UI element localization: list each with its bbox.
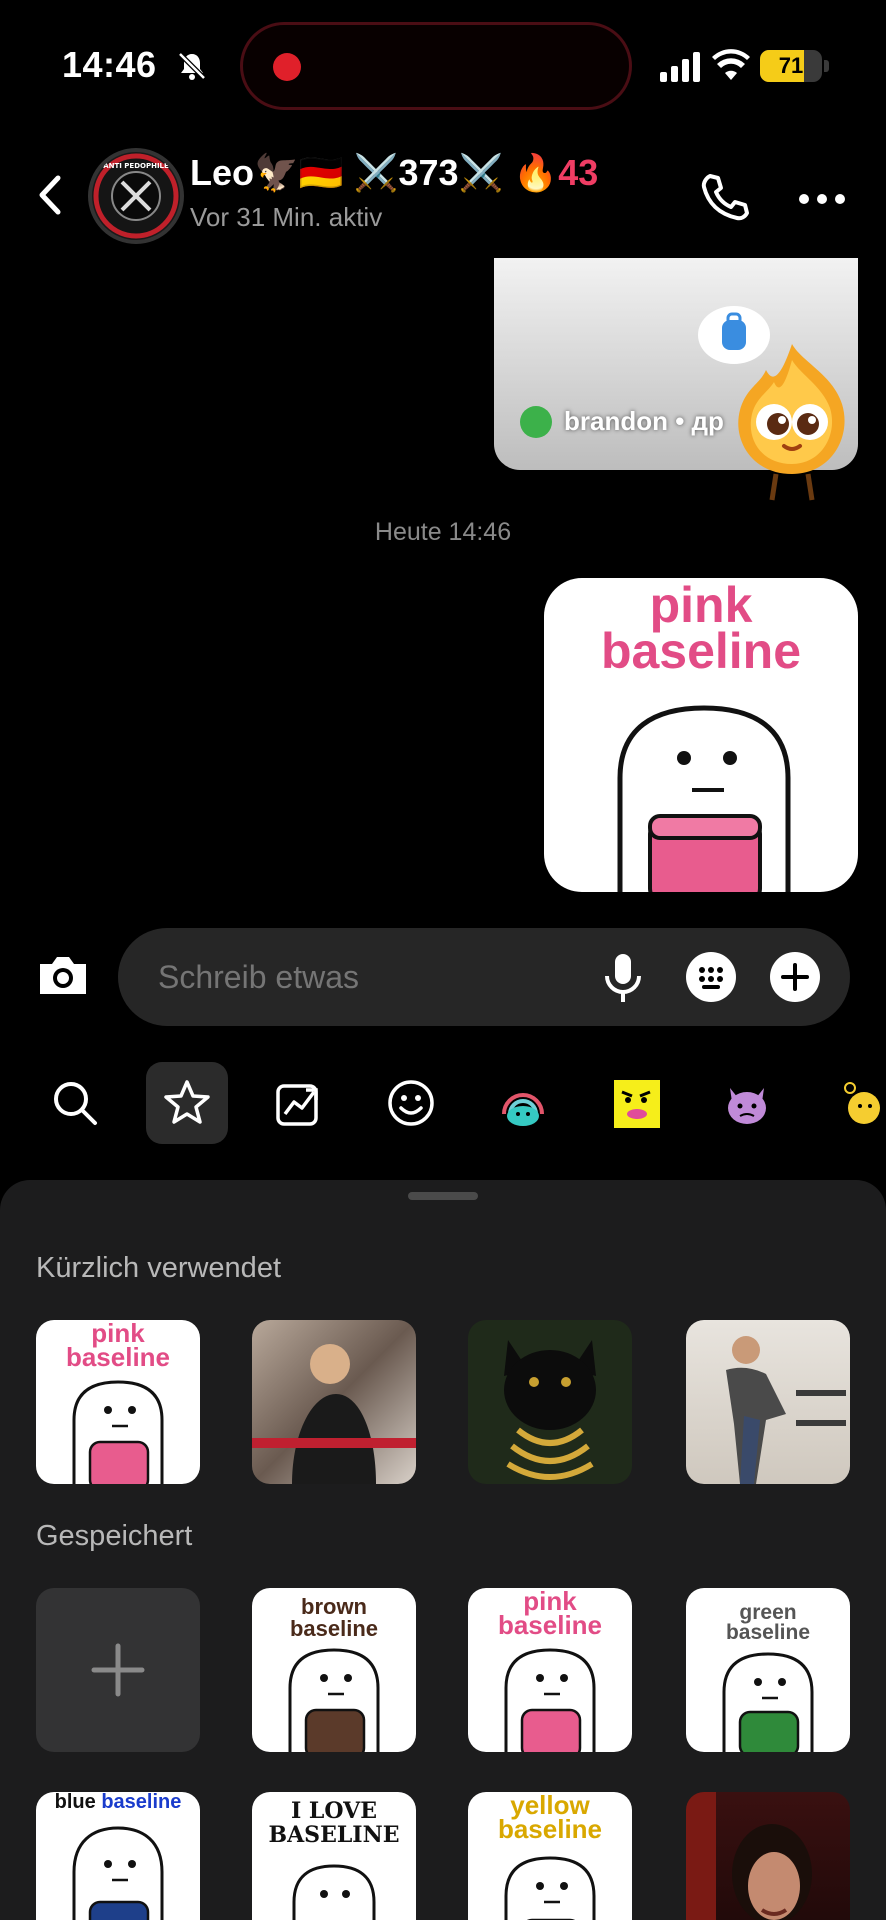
cellular-signal-icon [660,52,700,82]
battery-level: 71 [778,53,804,78]
blob-character-icon [504,1856,596,1920]
flame-mascot-sticker[interactable] [724,340,860,504]
saved-sticker-yellow-baseline[interactable]: yellow baseline [468,1792,632,1920]
tab-sticker-pack-2[interactable] [594,1062,676,1144]
contact-avatar[interactable]: ANTI PEDOPHILE [88,148,184,244]
sticker-sheet: Kürzlich verwendet pink baseline Gespeic… [0,1180,886,1920]
avatar-emblem-icon: ANTI PEDOPHILE [93,153,179,239]
tile-line1: green [739,1601,797,1624]
saved-photo-crying-woman[interactable] [686,1792,850,1920]
tab-sticker-pack-3[interactable] [706,1062,788,1144]
plus-icon[interactable] [770,952,820,1002]
add-sticker-button[interactable] [36,1588,200,1752]
blob-character-icon [722,1652,814,1752]
sticker-line2: baseline [600,623,802,679]
plus-icon [91,1643,145,1697]
tab-search[interactable] [34,1062,116,1144]
tile-line2: baseline [65,1342,171,1372]
smiley-icon [388,1080,434,1126]
more-horizontal-icon[interactable] [796,184,848,214]
tile-line2: baseline [497,1814,603,1844]
contact-name[interactable]: Leo🦅🇩🇪 ⚔️373⚔️ 🔥43 [190,152,598,194]
search-icon [54,1082,97,1125]
streak-count: 43 [558,152,599,193]
yellow-chick-icon [844,1082,880,1124]
saved-sticker-green-baseline[interactable]: green baseline [686,1588,850,1752]
wifi-icon [712,49,750,80]
tab-sticker-pack-1[interactable] [482,1062,564,1144]
tile-text: blue baseline [36,1792,200,1812]
saved-sticker-brown-baseline[interactable]: brown baseline [252,1588,416,1752]
person-silhouette-icon [686,1792,812,1920]
person-silhouette-icon [726,1336,846,1484]
saved-section-title: Gespeichert [36,1520,193,1552]
tab-emoji[interactable] [370,1062,452,1144]
purple-cat-icon [728,1088,766,1124]
recent-photo-black-cat[interactable] [468,1320,632,1484]
battery-indicator: 71 [760,50,822,82]
microphone-icon[interactable] [600,952,646,1004]
shared-user-avatar [520,406,552,438]
trending-icon [276,1084,318,1126]
blob-character-icon [292,1864,376,1920]
tile-line1: blue [54,1792,96,1813]
blob-character-icon [72,1380,164,1484]
tile-line2: baseline [289,1616,379,1641]
saved-sticker-pink-baseline[interactable]: pink baseline [468,1588,632,1752]
recent-sticker-pink-baseline[interactable]: pink baseline [36,1320,200,1484]
recent-photo-person-sitting[interactable] [252,1320,416,1484]
sticker-tray-tabs [0,1062,886,1148]
shared-username: brandon • др [564,406,724,436]
status-time: 14:46 [62,44,157,85]
avatar-text: ANTI PEDOPHILE [103,162,169,170]
tile-line2: baseline [101,1792,182,1813]
tile-line1: I LOVE [290,1798,378,1824]
tile-line2: BASELINE [268,1822,400,1848]
star-icon [164,1080,210,1124]
back-button[interactable] [30,170,70,220]
recent-section-title: Kürzlich verwendet [36,1252,281,1284]
saved-sticker-i-love-baseline[interactable]: I LOVE BASELINE [252,1792,416,1920]
chat-header: ANTI PEDOPHILE Leo🦅🇩🇪 ⚔️373⚔️ 🔥43 Vor 31… [0,130,886,260]
date-separator: Heute 14:46 [374,518,512,546]
message-composer [118,928,850,1026]
cat-with-chains-icon [504,1340,596,1480]
bell-muted-icon [178,52,206,80]
status-bar: 14:46 71 [0,0,886,130]
phone-icon[interactable] [696,170,752,226]
tile-line2: baseline [725,1621,811,1644]
tile-line1: brown [301,1594,367,1619]
battery-cap [824,60,829,72]
keyboard-icon[interactable] [686,952,736,1002]
dynamic-island[interactable] [240,22,632,110]
rainbow-creature-icon [502,1093,544,1126]
recent-photo-person-dancing[interactable] [686,1320,850,1484]
message-input[interactable] [158,928,538,1026]
sent-sticker-message[interactable]: pink baseline [544,578,858,892]
blob-character-icon [72,1826,164,1920]
tab-trending[interactable] [258,1062,340,1144]
recording-indicator-icon [273,53,301,81]
contact-name-text: Leo🦅🇩🇪 ⚔️373⚔️ 🔥 [190,152,559,193]
person-silhouette-icon [252,1344,416,1484]
yellow-face-icon [614,1080,660,1128]
contact-activity-status: Vor 31 Min. aktiv [190,202,383,232]
tile-line2: baseline [497,1610,603,1640]
saved-sticker-blue-baseline[interactable]: blue baseline [36,1792,200,1920]
tab-favorites[interactable] [146,1062,228,1144]
blob-character-icon [288,1648,380,1752]
blob-character-icon [504,1648,596,1752]
blob-character-icon [617,705,791,892]
sheet-grabber[interactable] [408,1192,478,1200]
tab-sticker-pack-4[interactable] [818,1062,886,1144]
camera-icon[interactable] [34,946,92,1004]
